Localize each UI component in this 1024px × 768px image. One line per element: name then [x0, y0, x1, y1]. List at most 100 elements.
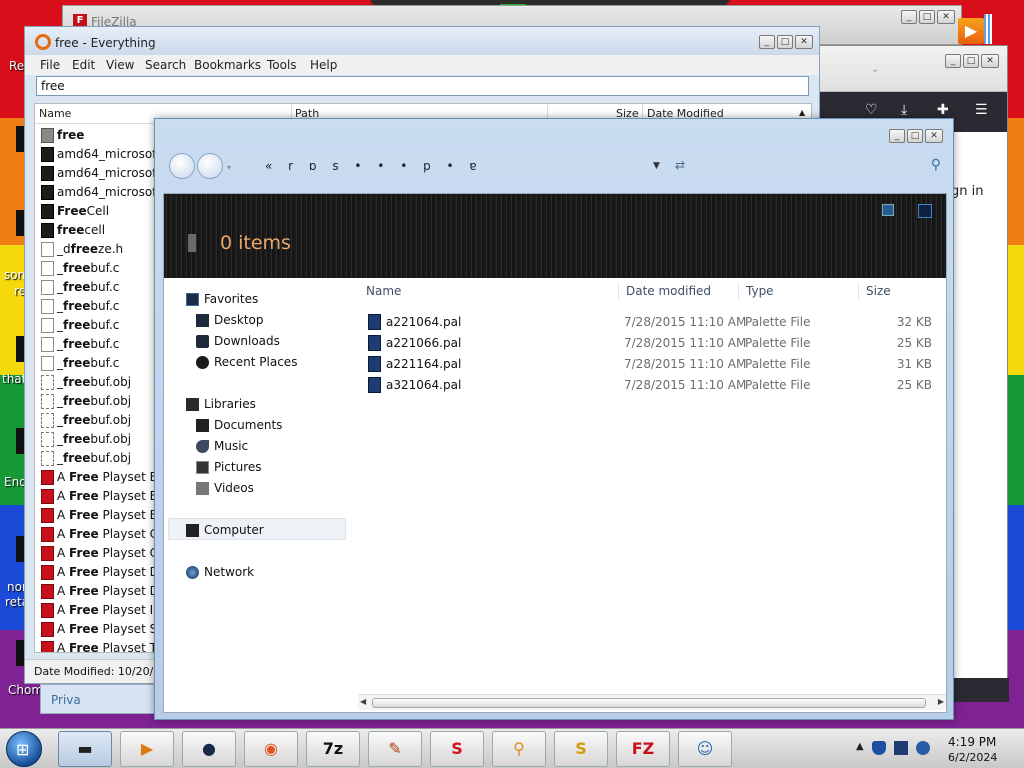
- clock-date[interactable]: 6/2/2024: [948, 751, 997, 764]
- menu-search[interactable]: Search: [145, 58, 186, 72]
- volume-icon[interactable]: [916, 741, 930, 755]
- explorer-content: 0 items Favorites Desktop Downloads Rece…: [163, 193, 947, 713]
- pocket-icon[interactable]: ♡: [865, 102, 878, 118]
- menu-view[interactable]: View: [106, 58, 134, 72]
- windows-logo-icon: ⊞: [16, 740, 30, 759]
- search-input[interactable]: [36, 76, 809, 96]
- nav-downloads[interactable]: Downloads: [196, 334, 280, 348]
- menu-file[interactable]: File: [40, 58, 60, 72]
- nav-favorites[interactable]: Favorites: [186, 292, 258, 306]
- chevron-down-icon[interactable]: ▼: [653, 161, 660, 171]
- taskbar-app-7[interactable]: S: [430, 731, 484, 767]
- breadcrumb[interactable]: « r ɒ s • • • p • ɐ: [265, 159, 483, 173]
- close-button[interactable]: ✕: [925, 129, 943, 143]
- taskbar-firefox[interactable]: ◉: [244, 731, 298, 767]
- horizontal-scrollbar[interactable]: ◀ ▶: [358, 694, 946, 710]
- minimize-button[interactable]: _: [889, 129, 905, 143]
- column-name[interactable]: Name: [366, 284, 401, 298]
- column-size[interactable]: Size: [866, 284, 891, 298]
- show-hidden-icons-icon[interactable]: ▲: [856, 741, 864, 752]
- network-tray-icon[interactable]: [894, 741, 908, 755]
- nav-documents[interactable]: Documents: [196, 418, 282, 432]
- menu-help[interactable]: Help: [310, 58, 337, 72]
- forward-button[interactable]: [197, 153, 223, 179]
- preview-pane-icon[interactable]: [918, 204, 932, 218]
- result-name: _freebuf.obj: [57, 394, 132, 408]
- scroll-left-icon[interactable]: ◀: [360, 697, 366, 706]
- file-row[interactable]: a221066.pal 7/28/2015 11:10 AM Palette Fil…: [360, 333, 946, 353]
- close-button[interactable]: ✕: [937, 10, 955, 24]
- taskbar-7zip[interactable]: 7z: [306, 731, 360, 767]
- nav-pictures[interactable]: Pictures: [196, 460, 262, 474]
- maximize-button[interactable]: □: [777, 35, 793, 49]
- status-text: Date Modified: 10/20/20: [34, 665, 168, 678]
- privacy-label[interactable]: Priva: [51, 693, 81, 707]
- scrollbar-thumb[interactable]: [372, 698, 926, 708]
- taskbar-7zip-icon: 7z: [322, 739, 344, 758]
- nav-network[interactable]: Network: [186, 565, 254, 579]
- file-size: 32 KB: [896, 315, 932, 329]
- maximize-button[interactable]: □: [907, 129, 923, 143]
- file-row[interactable]: a221164.pal 7/28/2015 11:10 AM Palette Fil…: [360, 354, 946, 374]
- security-shield-icon[interactable]: [872, 741, 886, 755]
- close-button[interactable]: ✕: [795, 35, 813, 49]
- download-icon[interactable]: ⤓: [901, 102, 907, 118]
- taskbar-app-6[interactable]: ✎: [368, 731, 422, 767]
- file-icon: [41, 299, 54, 314]
- clock-time[interactable]: 4:19 PM: [948, 735, 996, 749]
- refresh-icon[interactable]: ⇄: [675, 158, 685, 172]
- file-type: Palette File: [745, 378, 811, 392]
- menu-icon[interactable]: ☰: [975, 102, 988, 118]
- scroll-right-icon[interactable]: ▶: [938, 697, 944, 706]
- menu-tools[interactable]: Tools: [267, 58, 297, 72]
- privacy-bar[interactable]: Priva: [40, 684, 164, 714]
- file-icon: [41, 432, 54, 447]
- start-button[interactable]: ⊞: [6, 731, 42, 767]
- column-date-modified[interactable]: Date modified: [626, 284, 711, 298]
- everything-titlebar: free - Everything _ □ ✕: [25, 27, 819, 55]
- taskbar-firefox-icon: ◉: [264, 739, 278, 758]
- result-name: _dfreeze.h: [57, 242, 124, 256]
- extensions-icon[interactable]: ✚: [937, 102, 949, 118]
- menu-edit[interactable]: Edit: [72, 58, 95, 72]
- file-row[interactable]: a321064.pal 7/28/2015 11:10 AM Palette Fil…: [360, 375, 946, 395]
- minimize-button[interactable]: _: [901, 10, 917, 24]
- nav-music[interactable]: Music: [196, 439, 248, 453]
- close-button[interactable]: ✕: [981, 54, 999, 68]
- nav-videos[interactable]: Videos: [196, 481, 254, 495]
- view-options-icon[interactable]: [882, 204, 894, 216]
- maximize-button[interactable]: □: [919, 10, 935, 24]
- maximize-button[interactable]: □: [963, 54, 979, 68]
- result-name: _freebuf.c: [57, 318, 120, 332]
- taskbar-filezilla[interactable]: FZ: [616, 731, 670, 767]
- taskbar-app-9[interactable]: S: [554, 731, 608, 767]
- nav-recent-places[interactable]: Recent Places: [196, 355, 297, 369]
- browser-bottom-bar: [953, 678, 1009, 702]
- back-button[interactable]: [169, 153, 195, 179]
- taskbar-app-1[interactable]: ▬: [58, 731, 112, 767]
- file-row[interactable]: a221064.pal 7/28/2015 11:10 AM Palette Fil…: [360, 312, 946, 332]
- explorer-window[interactable]: _ □ ✕ ▾ « r ɒ s • • • p • ɐ ▼ ⇄ ⚲ 0 item…: [154, 118, 954, 720]
- chevron-down-icon[interactable]: ▾: [227, 163, 231, 172]
- sign-in-link[interactable]: gn in: [951, 184, 983, 199]
- file-type: Palette File: [745, 357, 811, 371]
- column-name[interactable]: Name: [39, 107, 71, 120]
- taskbar-app-11[interactable]: ☺: [678, 731, 732, 767]
- everything-logo-icon: [35, 34, 51, 50]
- column-type[interactable]: Type: [746, 284, 774, 298]
- menu-bookmarks[interactable]: Bookmarks: [194, 58, 261, 72]
- taskbar-media-player[interactable]: ▶: [120, 731, 174, 767]
- taskbar-everything[interactable]: ⚲: [492, 731, 546, 767]
- nav-computer[interactable]: Computer: [186, 523, 264, 537]
- chevron-down-icon[interactable]: ⌄: [871, 64, 879, 75]
- search-icon[interactable]: ⚲: [931, 157, 941, 173]
- minimize-button[interactable]: _: [759, 35, 775, 49]
- taskbar-media-player-icon: ▶: [140, 739, 154, 758]
- minimize-button[interactable]: _: [945, 54, 961, 68]
- nav-desktop[interactable]: Desktop: [196, 313, 264, 327]
- pictures-icon: [196, 461, 209, 474]
- nav-libraries[interactable]: Libraries: [186, 397, 256, 411]
- downloads-icon: [196, 335, 209, 348]
- libraries-icon: [186, 398, 199, 411]
- taskbar-app-3[interactable]: ●: [182, 731, 236, 767]
